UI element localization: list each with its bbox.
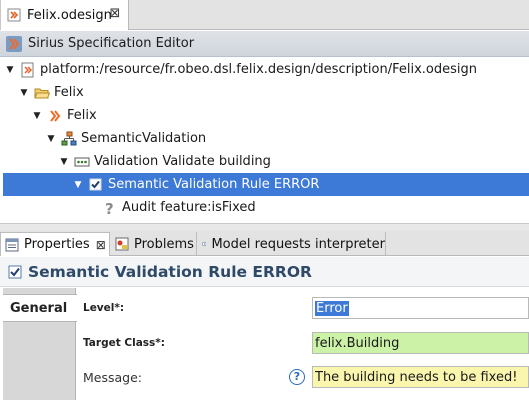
tab-problems[interactable]: Problems xyxy=(111,232,197,256)
folder-open-icon xyxy=(34,85,50,101)
checkbox-icon xyxy=(88,177,104,193)
tab-label: Model requests interpreter xyxy=(211,236,385,252)
tree-item-label: Validation Validate building xyxy=(94,154,271,169)
tree-item-validation-rule[interactable]: ▼ Validation Validate building xyxy=(0,150,529,173)
problems-icon xyxy=(115,237,129,251)
odesign-file-icon xyxy=(7,8,21,22)
collapse-arrow-icon[interactable]: ▼ xyxy=(31,111,43,121)
editor-tab-label: Felix.odesign xyxy=(27,7,112,23)
validation-rule-icon xyxy=(74,154,90,170)
tree-item-felix-group[interactable]: ▼ Felix xyxy=(0,81,529,104)
properties-title: Semantic Validation Rule ERROR xyxy=(28,262,312,281)
svg-text:?: ? xyxy=(105,200,114,216)
property-row-target-class: Target Class*: felix.Building xyxy=(83,332,529,354)
tree-item-label: platform:/resource/fr.obeo.dsl.felix.des… xyxy=(40,62,477,77)
collapse-arrow-icon[interactable]: ▼ xyxy=(45,134,57,144)
editor-tab-felix-odesign[interactable]: Felix.odesign ⊠ xyxy=(0,0,129,30)
tree-item-semantic-validation[interactable]: ▼ SemanticValidation xyxy=(0,127,529,150)
help-icon[interactable]: ? xyxy=(289,369,305,385)
close-icon[interactable]: ⊠ xyxy=(96,238,106,252)
tree-item-semantic-rule-selected[interactable]: ▼ Semantic Validation Rule ERROR xyxy=(3,173,529,196)
editor-header: Sirius Specification Editor xyxy=(0,31,529,57)
sash[interactable] xyxy=(0,223,529,230)
message-label: Message: xyxy=(83,369,142,385)
tree-item-label: Semantic Validation Rule ERROR xyxy=(108,177,320,192)
views-tab-bar: Properties ⊠ Problems Model requests int… xyxy=(0,230,529,256)
property-row-message: Message: ? The building needs to be fixe… xyxy=(83,366,529,388)
target-class-label: Target Class*: xyxy=(83,337,165,349)
properties-title-bar: Semantic Validation Rule ERROR xyxy=(0,257,529,287)
level-value: Error xyxy=(315,300,349,316)
collapse-arrow-icon[interactable]: ▼ xyxy=(4,65,16,75)
level-label: Level*: xyxy=(83,302,125,314)
tree-item-label: Felix xyxy=(54,85,84,100)
tab-properties[interactable]: Properties ⊠ xyxy=(0,232,110,256)
checkbox-icon xyxy=(8,265,22,278)
close-icon[interactable]: ⊠ xyxy=(108,7,122,21)
question-mark-icon: ? xyxy=(102,200,118,216)
target-class-field[interactable]: felix.Building xyxy=(312,332,529,354)
tree-item-felix-viewpoint[interactable]: ▼ Felix xyxy=(0,104,529,127)
tree-item-label: Audit feature:isFixed xyxy=(122,200,256,215)
target-class-value: felix.Building xyxy=(315,335,400,351)
tab-model-requests-interpreter[interactable]: Model requests interpreter xyxy=(198,232,386,256)
properties-icon xyxy=(5,238,19,251)
sirius-editor-icon xyxy=(6,35,22,52)
interpreter-icon xyxy=(202,241,207,247)
property-row-level: Level*: Error xyxy=(83,297,529,319)
tab-label: Properties xyxy=(24,237,90,252)
tree-item-audit[interactable]: ? Audit feature:isFixed xyxy=(0,196,529,219)
tree-item-resource[interactable]: ▼ platform:/resource/fr.obeo.dsl.felix.d… xyxy=(0,58,529,81)
validation-set-icon xyxy=(61,131,77,147)
level-combo[interactable]: Error xyxy=(312,297,529,319)
collapse-arrow-icon[interactable]: ▼ xyxy=(18,88,30,98)
category-tab-general[interactable]: General xyxy=(3,294,77,322)
sirius-viewpoint-icon xyxy=(47,108,63,124)
editor-tab-bar: Felix.odesign ⊠ xyxy=(0,0,529,30)
category-tab-label: General xyxy=(10,300,68,316)
collapse-arrow-icon[interactable]: ▼ xyxy=(58,157,70,167)
category-tabs: General xyxy=(3,288,77,400)
editor-header-title: Sirius Specification Editor xyxy=(28,36,195,51)
collapse-arrow-icon[interactable]: ▼ xyxy=(72,180,84,190)
tree-item-label: Felix xyxy=(67,108,97,123)
specification-tree: ▼ platform:/resource/fr.obeo.dsl.felix.d… xyxy=(0,58,529,223)
tab-label: Problems xyxy=(134,236,194,252)
tree-item-label: SemanticValidation xyxy=(81,131,207,146)
message-field[interactable]: The building needs to be fixed! xyxy=(312,366,529,388)
message-value: The building needs to be fixed! xyxy=(315,369,518,385)
resource-file-icon xyxy=(20,62,36,78)
